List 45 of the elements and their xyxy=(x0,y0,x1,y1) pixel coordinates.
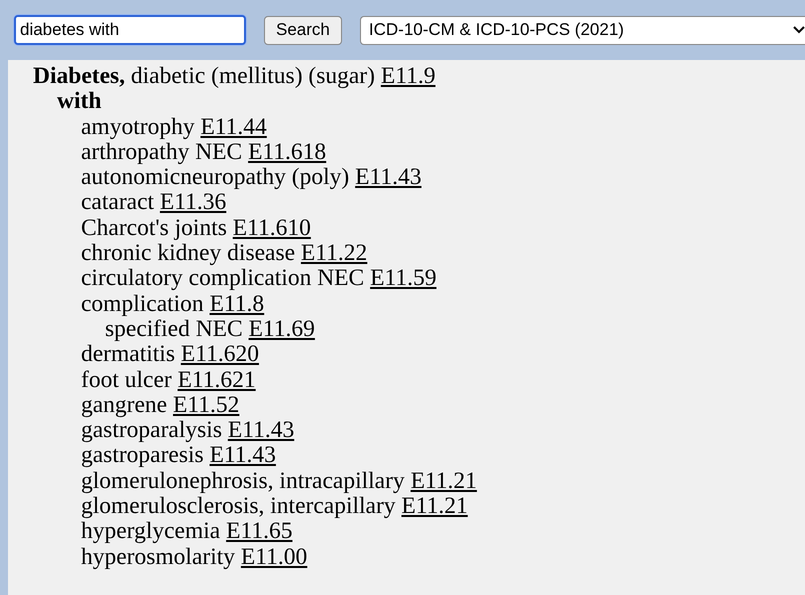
chevron-icon xyxy=(793,26,805,34)
subterm: with xyxy=(57,88,102,114)
code-link[interactable]: E11.36 xyxy=(160,189,226,216)
code-link[interactable]: E11.8 xyxy=(210,290,264,317)
subterm: glomerulonephrosis, intracapillary xyxy=(81,468,405,494)
code-link[interactable]: E11.22 xyxy=(300,240,368,266)
subterm: dermatitis xyxy=(81,341,175,368)
subterm: chronic kidney disease xyxy=(81,240,296,266)
code-link[interactable]: E11.9 xyxy=(380,63,436,89)
search-button[interactable]: Search xyxy=(264,16,342,44)
subterm: gangrene xyxy=(81,392,168,418)
search-field[interactable]: diabetes with xyxy=(14,15,246,45)
code-link[interactable]: E11.43 xyxy=(228,417,294,444)
code-link[interactable]: E11.44 xyxy=(200,114,267,140)
subterm: glomerulosclerosis, intercapillary xyxy=(81,493,396,520)
subterm: hyperosmolarity xyxy=(81,544,236,570)
subterm: hyperglycemia xyxy=(81,518,220,544)
subterm: gastroparesis xyxy=(81,442,204,468)
subterm: autonomicneuropathy (poly) xyxy=(81,164,350,190)
code-link[interactable]: E11.621 xyxy=(178,366,256,393)
subterm: cataract xyxy=(81,189,154,216)
subterm: gastroparalysis xyxy=(81,417,222,444)
edition-text: ICD-10-CM & ICD-10-PCS (2021) xyxy=(368,20,624,40)
code-link[interactable]: E11.21 xyxy=(410,468,477,494)
code-link[interactable]: E11.21 xyxy=(401,493,468,520)
subterm: circulatory complication NEC xyxy=(81,265,364,292)
subterm: specified NEC xyxy=(105,316,243,342)
code-link[interactable]: E11.620 xyxy=(180,341,259,368)
code-link[interactable]: E11.610 xyxy=(232,214,311,241)
edition-dropdown[interactable]: ICD-10-CM & ICD-10-PCS (2021) xyxy=(360,16,805,44)
subterm: arthropathy NEC xyxy=(81,138,242,165)
subterm: Charcot's joints xyxy=(81,214,227,241)
code-link[interactable]: E11.65 xyxy=(226,518,292,544)
code-link[interactable]: E11.59 xyxy=(370,265,436,292)
code-link[interactable]: E11.43 xyxy=(210,442,276,468)
subterm: complication xyxy=(81,290,204,317)
subterm: amyotrophy xyxy=(81,114,195,140)
code-link[interactable]: E11.69 xyxy=(248,316,315,342)
code-link[interactable]: E11.52 xyxy=(173,392,240,418)
code-link[interactable]: E11.00 xyxy=(240,544,308,570)
code-link[interactable]: E11.43 xyxy=(355,164,422,190)
term-description: diabetic (mellitus) (sugar) xyxy=(130,63,375,89)
main-term: Diabetes, xyxy=(33,63,126,89)
subterm: foot ulcer xyxy=(81,366,172,393)
code-link[interactable]: E11.618 xyxy=(248,138,326,165)
